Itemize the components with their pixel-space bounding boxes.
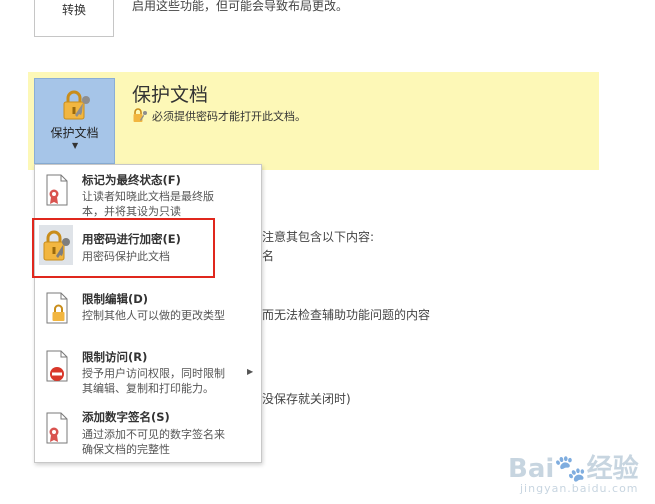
convert-description: 启用这些功能，但可能会导致布局更改。 (132, 0, 349, 13)
menu-item-restrict-access[interactable]: 限制访问(R) 授予用户访问权限，同时限制 其编辑、复制和打印能力。 ▶ (35, 345, 261, 403)
restricted-document-icon (46, 350, 68, 382)
menu-item-desc: 授予用户访问权限，同时限制 (82, 367, 225, 380)
chevron-right-icon: ▶ (247, 367, 254, 376)
watermark: Bai🐾经验 jingyan.baidu.com (508, 448, 639, 498)
protect-document-button-label: 保护文档 (50, 126, 99, 140)
menu-item-desc: 控制其他人可以做的更改类型 (82, 309, 225, 322)
lock-key-icon (133, 108, 147, 122)
menu-item-desc: 通过添加不可见的数字签名来 (82, 428, 225, 441)
protect-document-description: 必须提供密码才能打开此文档。 (152, 110, 306, 123)
chevron-down-icon: ▼ (72, 141, 79, 150)
menu-item-desc: 让读者知晓此文档是最终版 (82, 190, 214, 203)
menu-item-title: 限制访问(R) (82, 350, 148, 364)
menu-item-title: 标记为最终状态(F) (82, 173, 181, 187)
watermark-logo: Bai🐾经验 (508, 454, 639, 484)
lock-document-icon (46, 292, 68, 324)
inspect-line-1: 注意其包含以下内容: (262, 230, 375, 244)
accessibility-line: 而无法检查辅助功能问题的内容 (262, 308, 431, 322)
menu-item-desc: 本，并将其设为只读 (82, 205, 181, 218)
inspect-line-2: 名 (262, 249, 275, 263)
highlight-box (32, 218, 215, 278)
watermark-url: jingyan.baidu.com (520, 482, 639, 495)
ribbon-document-icon (46, 412, 68, 444)
menu-item-title: 添加数字签名(S) (82, 410, 170, 424)
convert-button-label: 转换 (61, 3, 86, 17)
menu-item-restrict-editing[interactable]: 限制编辑(D) 控制其他人可以做的更改类型 (35, 285, 261, 335)
menu-item-mark-as-final[interactable]: 标记为最终状态(F) 让读者知晓此文档是最终版 本，并将其设为只读 (35, 165, 261, 221)
menu-item-title: 限制编辑(D) (82, 292, 149, 306)
menu-item-desc: 确保文档的完整性 (82, 443, 170, 456)
lock-key-icon (63, 90, 90, 120)
menu-item-add-digital-signature[interactable]: 添加数字签名(S) 通过添加不可见的数字签名来 确保文档的完整性 (35, 405, 261, 461)
protect-document-menu: 标记为最终状态(F) 让读者知晓此文档是最终版 本，并将其设为只读 用密码进行加… (34, 164, 262, 463)
protect-document-title: 保护文档 (132, 84, 209, 106)
ribbon-document-icon (46, 174, 68, 206)
convert-button[interactable]: 转换 (34, 0, 114, 37)
menu-item-desc: 其编辑、复制和打印能力。 (82, 382, 214, 395)
versions-line: 没保存就关闭时) (262, 392, 351, 406)
protect-document-button[interactable]: 保护文档 ▼ (34, 78, 115, 164)
